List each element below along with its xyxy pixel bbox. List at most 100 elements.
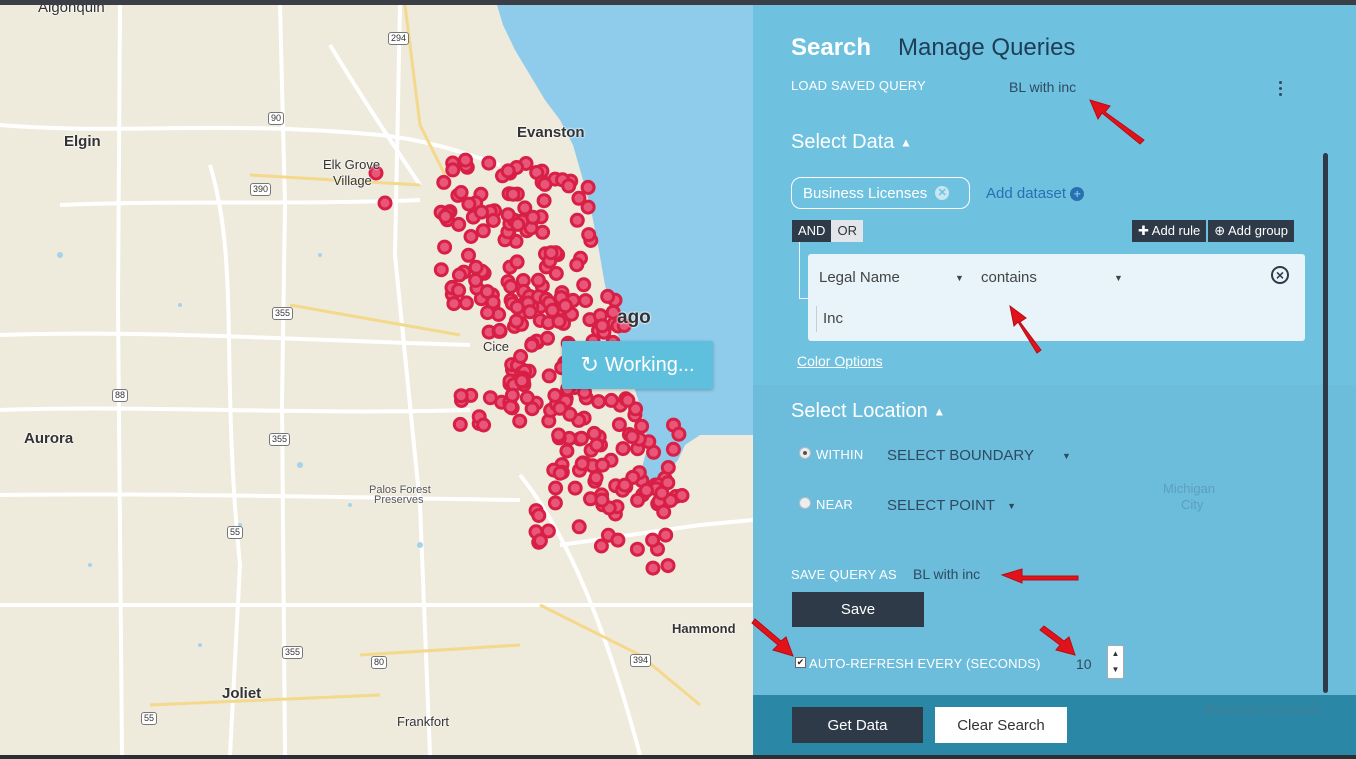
business-license-marker[interactable] [436, 174, 452, 190]
business-license-marker[interactable] [547, 387, 563, 403]
business-license-marker[interactable] [505, 186, 521, 202]
business-license-marker[interactable] [615, 441, 631, 457]
business-license-marker[interactable] [519, 390, 535, 406]
business-license-marker[interactable] [561, 178, 577, 194]
business-license-marker[interactable] [551, 427, 567, 443]
business-license-marker[interactable] [525, 209, 541, 225]
tab-manage-queries[interactable]: Manage Queries [898, 34, 1075, 62]
business-license-marker[interactable] [571, 519, 587, 535]
save-button[interactable]: Save [792, 592, 924, 627]
business-license-marker[interactable] [451, 282, 467, 298]
interval-stepper[interactable]: ▲ ▼ [1107, 645, 1124, 679]
business-license-marker[interactable] [514, 373, 530, 389]
business-license-marker[interactable] [540, 330, 555, 346]
business-license-marker[interactable] [543, 245, 559, 261]
business-license-marker[interactable] [492, 322, 508, 338]
business-license-marker[interactable] [620, 392, 636, 408]
remove-dataset-icon[interactable]: ✕ [935, 186, 950, 200]
business-license-marker[interactable] [476, 417, 492, 433]
select-data-header[interactable]: Select Data ▲ [791, 131, 912, 154]
business-license-marker[interactable] [474, 204, 489, 220]
business-license-marker[interactable] [574, 430, 589, 446]
business-license-marker[interactable] [594, 318, 610, 334]
business-license-marker[interactable] [437, 239, 453, 255]
business-license-marker[interactable] [451, 267, 467, 283]
add-dataset-link[interactable]: Add dataset + [986, 185, 1085, 202]
business-license-marker[interactable] [552, 465, 568, 481]
business-license-marker[interactable] [481, 155, 497, 171]
business-license-marker[interactable] [452, 416, 468, 432]
business-license-marker[interactable] [438, 208, 453, 224]
business-license-marker[interactable] [535, 224, 551, 240]
business-license-marker[interactable] [603, 392, 619, 408]
business-license-marker[interactable] [580, 179, 596, 195]
business-license-marker[interactable] [461, 196, 477, 212]
business-license-marker[interactable] [576, 277, 592, 293]
business-license-marker[interactable] [530, 272, 546, 288]
business-license-marker[interactable] [540, 523, 556, 539]
business-license-marker[interactable] [595, 457, 610, 473]
business-license-marker[interactable] [544, 302, 560, 318]
business-license-marker[interactable] [658, 527, 674, 543]
business-license-marker[interactable] [453, 185, 469, 200]
business-license-marker[interactable] [660, 558, 676, 574]
business-license-marker[interactable] [645, 560, 661, 576]
stepper-up-icon[interactable]: ▲ [1108, 646, 1123, 662]
business-license-marker[interactable] [468, 259, 484, 275]
business-license-marker[interactable] [660, 460, 676, 475]
business-license-marker[interactable] [504, 387, 520, 403]
auto-refresh-checkbox[interactable]: ✔ [795, 657, 806, 668]
business-license-marker[interactable] [671, 426, 687, 442]
business-license-marker[interactable] [593, 538, 609, 554]
business-license-marker[interactable] [559, 443, 575, 459]
business-license-marker[interactable] [629, 541, 645, 557]
business-license-marker[interactable] [446, 296, 462, 312]
business-license-marker[interactable] [547, 495, 563, 511]
business-license-marker[interactable] [548, 266, 564, 281]
point-select[interactable]: SELECT POINT ▼ [887, 497, 1016, 514]
clear-search-button[interactable]: Clear Search [935, 707, 1067, 743]
business-license-marker[interactable] [458, 152, 473, 168]
get-data-button[interactable]: Get Data [792, 707, 923, 743]
business-license-marker[interactable] [674, 488, 690, 503]
and-or-toggle[interactable]: AND OR [792, 220, 863, 242]
business-license-marker[interactable] [645, 532, 661, 548]
business-license-marker[interactable] [500, 207, 516, 223]
business-license-marker[interactable] [665, 441, 681, 457]
business-license-marker[interactable] [500, 163, 516, 179]
business-license-marker[interactable] [512, 413, 528, 429]
business-license-marker[interactable] [475, 223, 491, 239]
and-button[interactable]: AND [792, 220, 832, 242]
business-license-marker[interactable] [522, 304, 538, 320]
save-query-input[interactable]: BL with inc [913, 566, 980, 582]
auto-refresh-interval-input[interactable]: 10 [1076, 656, 1092, 672]
business-license-marker[interactable] [445, 162, 461, 178]
add-rule-button[interactable]: ✚ Add rule [1132, 220, 1207, 242]
business-license-marker[interactable] [639, 482, 654, 498]
business-license-marker[interactable] [557, 298, 573, 314]
business-license-marker[interactable] [571, 190, 587, 206]
stepper-down-icon[interactable]: ▼ [1108, 662, 1123, 678]
business-license-marker[interactable] [461, 247, 476, 263]
add-group-button[interactable]: ⊕ Add group [1208, 220, 1295, 242]
business-license-marker[interactable] [594, 492, 610, 508]
business-license-marker[interactable] [569, 257, 585, 273]
tab-search[interactable]: Search [791, 34, 871, 62]
business-license-marker[interactable] [503, 399, 519, 415]
business-license-marker[interactable] [433, 262, 449, 278]
within-radio[interactable] [799, 447, 811, 459]
business-license-marker[interactable] [552, 400, 568, 416]
business-license-marker[interactable] [377, 195, 393, 211]
business-license-marker[interactable] [485, 213, 501, 228]
panel-scrollbar[interactable] [1323, 153, 1328, 693]
business-license-marker[interactable] [610, 532, 626, 548]
load-saved-query-select[interactable]: BL with inc [1009, 79, 1076, 95]
business-license-marker[interactable] [480, 305, 496, 321]
business-license-marker[interactable] [536, 193, 552, 209]
business-license-marker[interactable] [513, 349, 529, 364]
business-license-marker[interactable] [508, 313, 524, 329]
business-license-marker[interactable] [541, 368, 557, 384]
business-license-marker[interactable] [463, 229, 479, 244]
remove-rule-icon[interactable]: × [1271, 266, 1289, 284]
rule-field-select[interactable]: Legal Name ▼ [819, 269, 964, 286]
